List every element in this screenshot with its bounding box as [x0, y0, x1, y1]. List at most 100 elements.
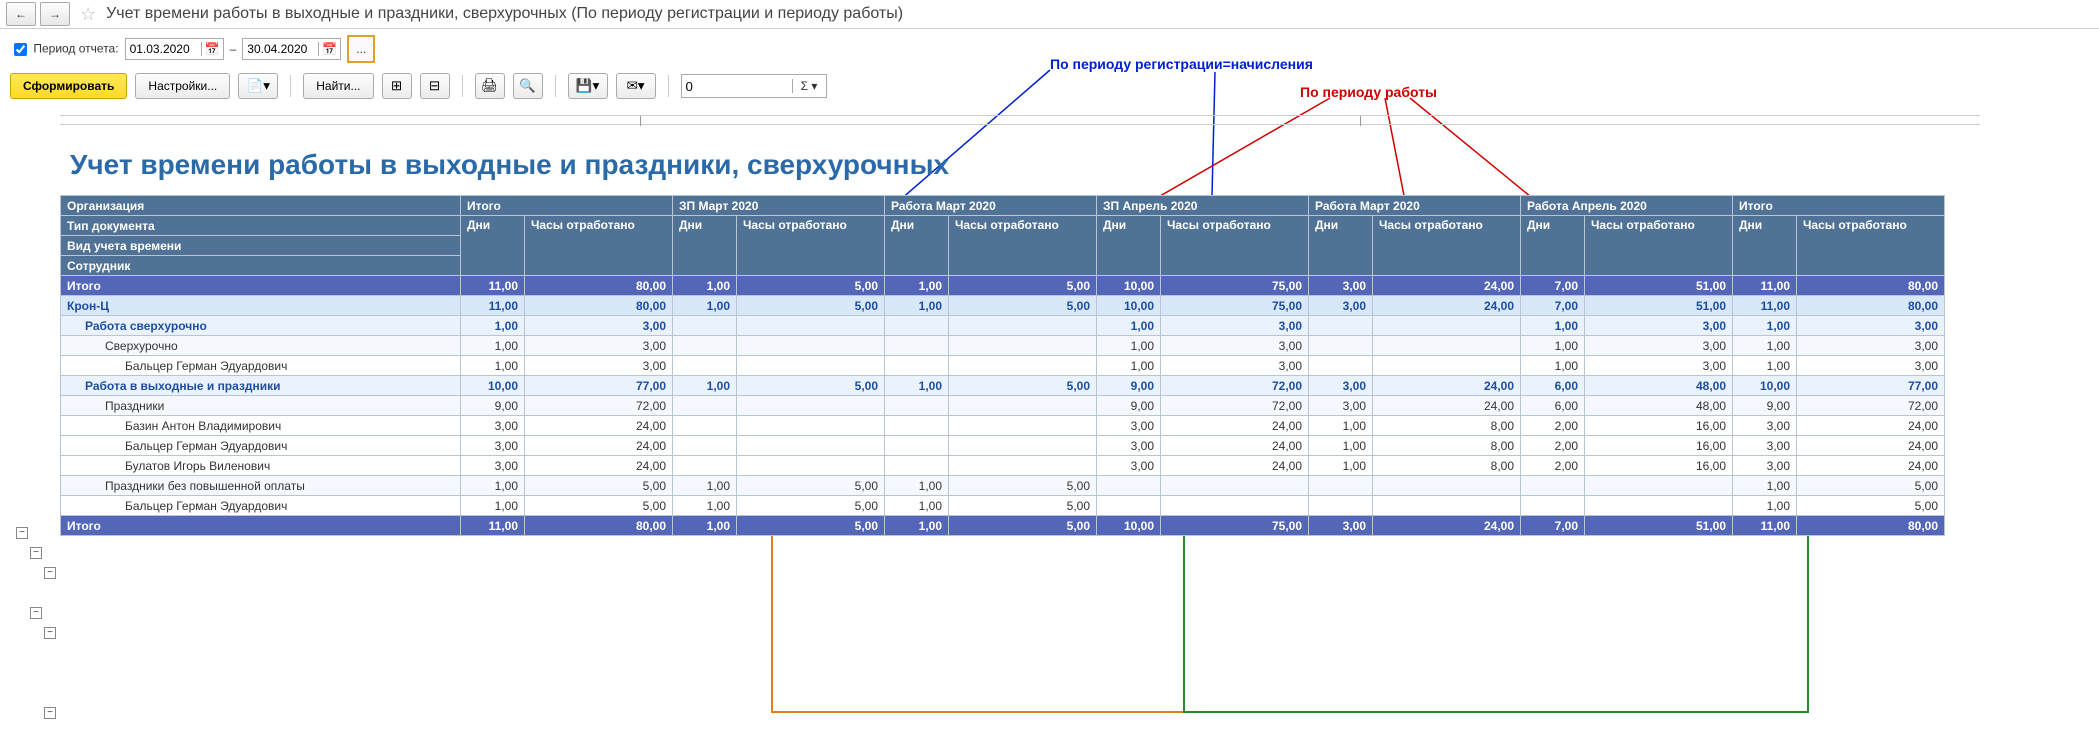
toggle-grp2[interactable]: −: [30, 547, 42, 559]
cell: [737, 416, 885, 436]
cell: 5,00: [1797, 496, 1945, 516]
period-checkbox-wrap[interactable]: Период отчета:: [10, 40, 119, 59]
date-from-input[interactable]: [126, 42, 201, 56]
nav-back-button[interactable]: ←: [6, 2, 36, 26]
cell: 1,00: [1733, 476, 1797, 496]
cell: [1309, 316, 1373, 336]
cell: 3,00: [461, 416, 525, 436]
cell: 2,00: [1521, 456, 1585, 476]
period-checkbox[interactable]: [14, 43, 27, 56]
cell: 5,00: [737, 376, 885, 396]
cell: 9,00: [1733, 396, 1797, 416]
cell: 9,00: [1097, 396, 1161, 416]
cell: [737, 336, 885, 356]
cell: 80,00: [1797, 516, 1945, 536]
cell: 1,00: [673, 276, 737, 296]
cell: 11,00: [461, 516, 525, 536]
cell: 3,00: [1733, 456, 1797, 476]
cell: 11,00: [1733, 296, 1797, 316]
toggle-grp3[interactable]: −: [44, 567, 56, 579]
date-to-field[interactable]: 📅: [242, 38, 341, 60]
cell: 16,00: [1585, 436, 1733, 456]
cell: 24,00: [1373, 396, 1521, 416]
cell: 1,00: [1309, 456, 1373, 476]
cell: 2,00: [1521, 416, 1585, 436]
cell: 1,00: [673, 296, 737, 316]
cell: 75,00: [1161, 296, 1309, 316]
cell: [1521, 476, 1585, 496]
cell: 1,00: [885, 276, 949, 296]
table-row: Бальцер Герман Эдуардович1,003,001,003,0…: [61, 356, 1945, 376]
cell: 5,00: [949, 476, 1097, 496]
find-button[interactable]: Найти...: [303, 73, 373, 99]
cell: [1585, 476, 1733, 496]
table-row: Работа в выходные и праздники10,0077,001…: [61, 376, 1945, 396]
toggle-grp1[interactable]: −: [16, 527, 28, 539]
toggle-grp3[interactable]: −: [44, 707, 56, 719]
cell: 3,00: [1161, 316, 1309, 336]
toggle-grp2[interactable]: −: [30, 607, 42, 619]
calendar-icon[interactable]: 📅: [318, 42, 340, 56]
preview-button[interactable]: 🔍: [513, 73, 543, 99]
date-to-input[interactable]: [243, 42, 318, 56]
calendar-icon[interactable]: 📅: [201, 42, 223, 56]
cell: 77,00: [1797, 376, 1945, 396]
row-label: Работа сверхурочно: [61, 316, 461, 336]
row-label: Булатов Игорь Виленович: [61, 456, 461, 476]
cell: 10,00: [1097, 296, 1161, 316]
cell: 3,00: [1797, 356, 1945, 376]
period-more-button[interactable]: ...: [347, 35, 375, 63]
row-label: Праздники: [61, 396, 461, 416]
table-row: Базин Антон Владимирович3,0024,003,0024,…: [61, 416, 1945, 436]
col-itogo: Итого: [461, 196, 673, 216]
cell: 1,00: [461, 336, 525, 356]
sigma-button[interactable]: Σ ▾: [792, 79, 826, 93]
collapse-button[interactable]: ⊟: [420, 73, 450, 99]
cell: [1161, 496, 1309, 516]
sum-field[interactable]: Σ ▾: [681, 74, 827, 98]
col-itogo-right: Итого: [1733, 196, 1945, 216]
cell: 5,00: [737, 476, 885, 496]
cell: 3,00: [1309, 376, 1373, 396]
cell: [1309, 356, 1373, 376]
variant-button[interactable]: 📄▾: [238, 73, 278, 99]
generate-button[interactable]: Сформировать: [10, 73, 127, 99]
row-label: Итого: [61, 516, 461, 536]
save-button[interactable]: 💾▾: [568, 73, 608, 99]
expand-button[interactable]: ⊞: [382, 73, 412, 99]
favorite-star-icon[interactable]: ☆: [80, 4, 96, 25]
col-hours: Часы отработано: [1373, 216, 1521, 276]
date-from-field[interactable]: 📅: [125, 38, 224, 60]
cell: 1,00: [885, 516, 949, 536]
sum-input[interactable]: [682, 79, 792, 94]
cell: 3,00: [461, 436, 525, 456]
cell: [673, 356, 737, 376]
table-row: Бальцер Герман Эдуардович3,0024,003,0024…: [61, 436, 1945, 456]
cell: [885, 416, 949, 436]
cell: 77,00: [525, 376, 673, 396]
cell: [885, 436, 949, 456]
mail-button[interactable]: ✉▾: [616, 73, 656, 99]
cell: [949, 436, 1097, 456]
table-row: Работа сверхурочно1,003,001,003,001,003,…: [61, 316, 1945, 336]
cell: 3,00: [1309, 296, 1373, 316]
cell: [949, 316, 1097, 336]
cell: 3,00: [525, 336, 673, 356]
nav-forward-button[interactable]: →: [40, 2, 70, 26]
settings-button[interactable]: Настройки...: [135, 73, 230, 99]
cell: 8,00: [1373, 416, 1521, 436]
cell: 51,00: [1585, 276, 1733, 296]
cell: 3,00: [461, 456, 525, 476]
col-doctype: Тип документа: [61, 216, 461, 236]
cell: 1,00: [1097, 356, 1161, 376]
table-row: Праздники без повышенной оплаты1,005,001…: [61, 476, 1945, 496]
cell: 10,00: [1097, 276, 1161, 296]
cell: 11,00: [461, 296, 525, 316]
cell: 80,00: [525, 276, 673, 296]
cell: 3,00: [1097, 456, 1161, 476]
cell: [949, 456, 1097, 476]
toggle-grp3[interactable]: −: [44, 627, 56, 639]
cell: 1,00: [1733, 316, 1797, 336]
cell: 3,00: [1585, 316, 1733, 336]
print-button[interactable]: 🖨: [475, 73, 505, 99]
